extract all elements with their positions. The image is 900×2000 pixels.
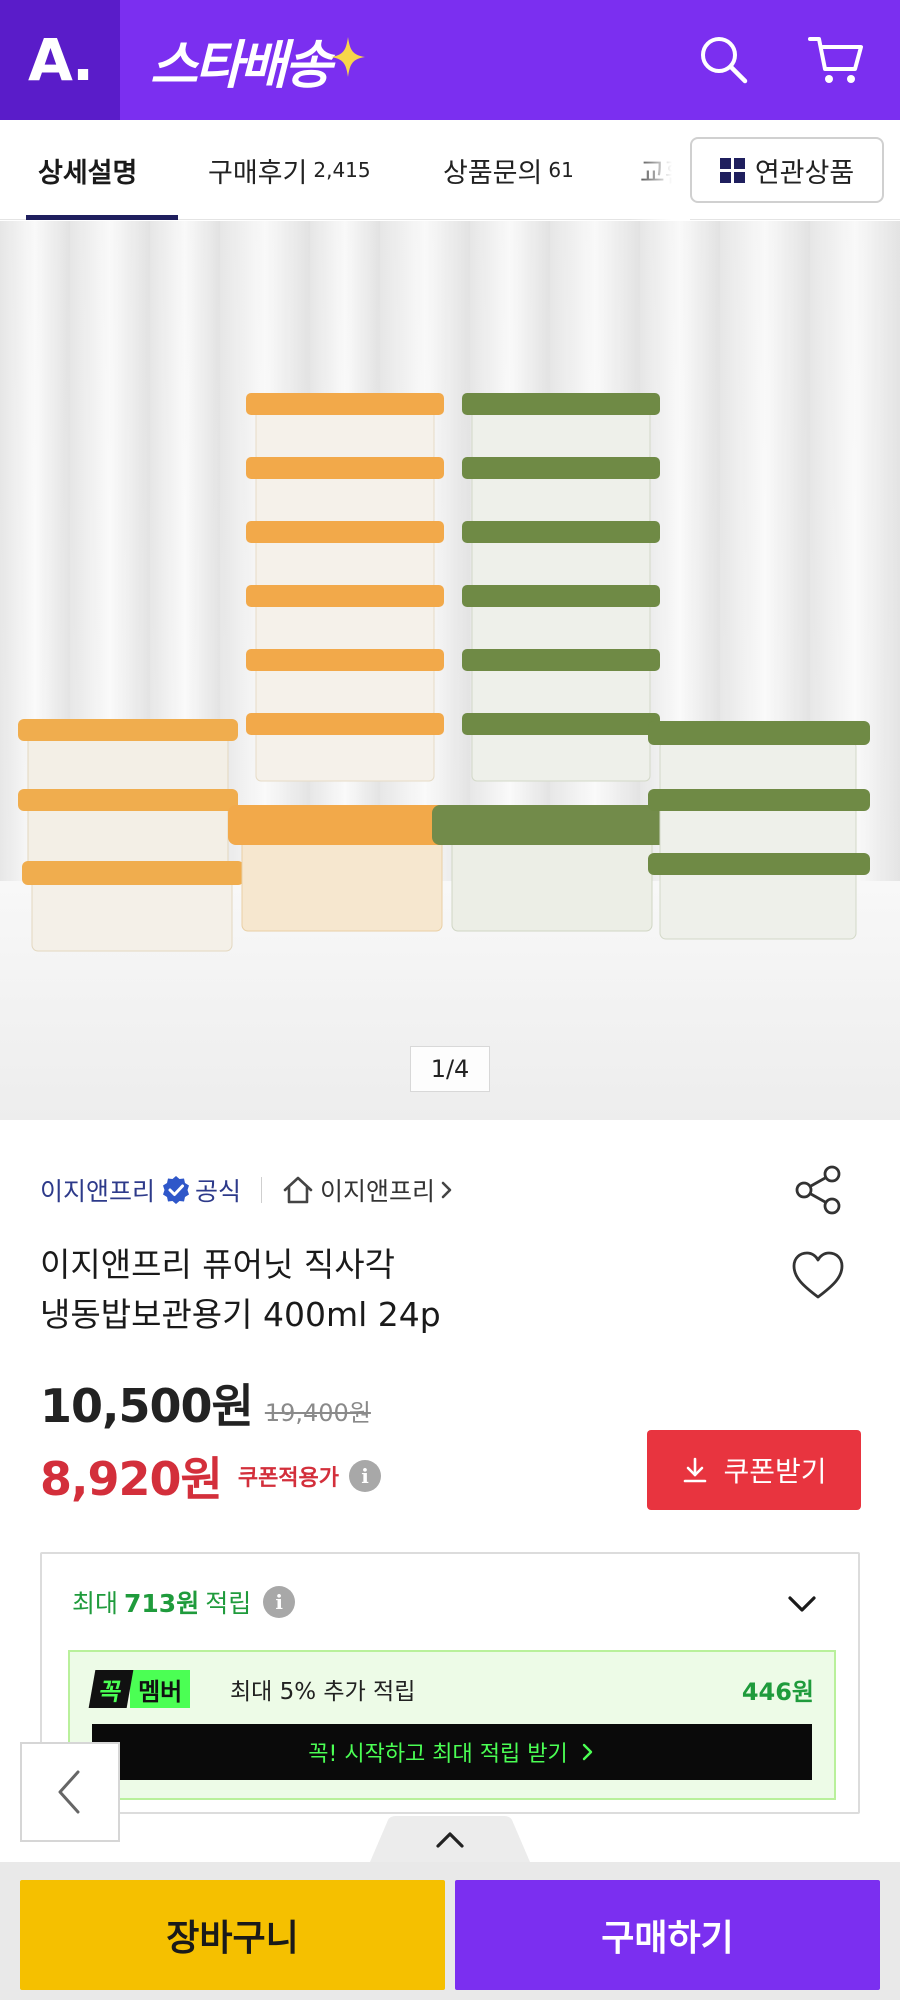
tab-details[interactable]: 상세설명	[38, 120, 137, 220]
grid-icon	[719, 157, 745, 183]
coupon-price-row: 8,920원 쿠폰적용가 i	[40, 1448, 382, 1506]
seller-row: 이지앤프리 공식 이지앤프리	[40, 1170, 455, 1210]
price-row: 10,500원 19,400원	[40, 1379, 371, 1436]
official-badge: 공식	[195, 1177, 242, 1206]
reward-info-icon[interactable]: i	[263, 1586, 296, 1618]
product-title-line1: 이지앤프리 퓨어닛 직사각	[40, 1245, 395, 1284]
chevron-down-icon[interactable]	[782, 1584, 822, 1624]
service-brand[interactable]: 스타배송	[150, 28, 366, 96]
download-icon	[684, 1457, 707, 1483]
reward-box: 최대 713원 적립 i 꼭 멤버 최대 5% 추가 적립 446원 꼭! 시작…	[40, 1552, 860, 1814]
coupon-price-label: 쿠폰적용가	[237, 1466, 340, 1491]
coupon-price: 8,920원	[40, 1452, 223, 1506]
add-to-cart-button[interactable]: 장바구니	[20, 1880, 445, 1990]
product-photo-illustration	[0, 221, 900, 1120]
member-start-label: 꼭! 시작하고 최대 적립 받기	[308, 1742, 568, 1767]
buy-now-label: 구매하기	[601, 1918, 734, 1959]
related-products-button[interactable]: 연관상품	[690, 137, 884, 203]
related-products-label: 연관상품	[754, 157, 855, 189]
tab-inquiries-count: 61	[548, 158, 574, 182]
store-link[interactable]: 이지앤프리	[282, 1172, 455, 1208]
member-reward-amount: 446원	[741, 1678, 814, 1706]
member-badge: 꼭 멤버	[88, 1670, 191, 1708]
info-icon[interactable]: i	[349, 1460, 382, 1492]
product-title: 이지앤프리 퓨어닛 직사각 냉동밥보관용기 400ml 24p	[40, 1240, 760, 1340]
tab-scroll-fade	[630, 120, 690, 220]
chevron-right-icon	[441, 1181, 452, 1199]
scroll-up-button[interactable]	[370, 1816, 530, 1862]
top-header: A. 스타배송	[0, 0, 900, 120]
tab-inquiries-label: 상품문의	[443, 157, 543, 189]
logo-text: A.	[28, 26, 94, 94]
tab-inquiries[interactable]: 상품문의 61	[443, 120, 574, 220]
search-icon[interactable]	[694, 30, 754, 90]
verified-icon	[163, 1176, 190, 1204]
home-icon	[283, 1176, 313, 1204]
tab-details-label: 상세설명	[38, 157, 138, 189]
app-logo[interactable]: A.	[0, 0, 120, 120]
reward-prefix: 최대	[72, 1589, 119, 1618]
image-page-indicator: 1/4	[410, 1046, 490, 1092]
tab-reviews-count: 2,415	[313, 158, 371, 182]
chevron-left-icon	[58, 1770, 80, 1814]
reward-summary[interactable]: 최대 713원 적립 i	[72, 1584, 296, 1620]
tab-reviews[interactable]: 구매후기 2,415	[208, 120, 371, 220]
member-start-button[interactable]: 꼭! 시작하고 최대 적립 받기	[92, 1724, 812, 1780]
add-to-cart-label: 장바구니	[166, 1918, 299, 1959]
active-tab-indicator	[26, 215, 178, 220]
heart-icon[interactable]	[790, 1250, 846, 1302]
buy-now-button[interactable]: 구매하기	[455, 1880, 880, 1990]
sparkle-icon	[331, 37, 366, 77]
product-image[interactable]	[0, 221, 900, 1120]
store-link-label: 이지앤프리	[320, 1177, 436, 1206]
member-reward-text: 최대 5% 추가 적립	[230, 1679, 416, 1705]
share-icon[interactable]	[790, 1162, 846, 1218]
member-badge-part1: 꼭	[88, 1670, 134, 1708]
sale-price: 10,500원	[40, 1379, 254, 1433]
back-button[interactable]	[20, 1742, 120, 1842]
service-name: 스타배송	[150, 35, 332, 96]
seller-name[interactable]: 이지앤프리	[40, 1172, 155, 1208]
reward-suffix: 적립	[205, 1589, 252, 1618]
product-title-line2: 냉동밥보관용기 400ml 24p	[40, 1295, 441, 1334]
tab-reviews-label: 구매후기	[208, 157, 308, 189]
original-price: 19,400원	[264, 1399, 371, 1427]
member-reward-box: 꼭 멤버 최대 5% 추가 적립 446원 꼭! 시작하고 최대 적립 받기	[68, 1650, 836, 1800]
member-badge-part2: 멤버	[130, 1670, 191, 1708]
divider	[261, 1177, 263, 1203]
get-coupon-button[interactable]: 쿠폰받기	[647, 1430, 861, 1510]
reward-amount: 713원	[124, 1589, 200, 1618]
cart-icon[interactable]	[806, 30, 866, 90]
chevron-right-icon	[582, 1743, 592, 1761]
get-coupon-label: 쿠폰받기	[723, 1455, 827, 1488]
